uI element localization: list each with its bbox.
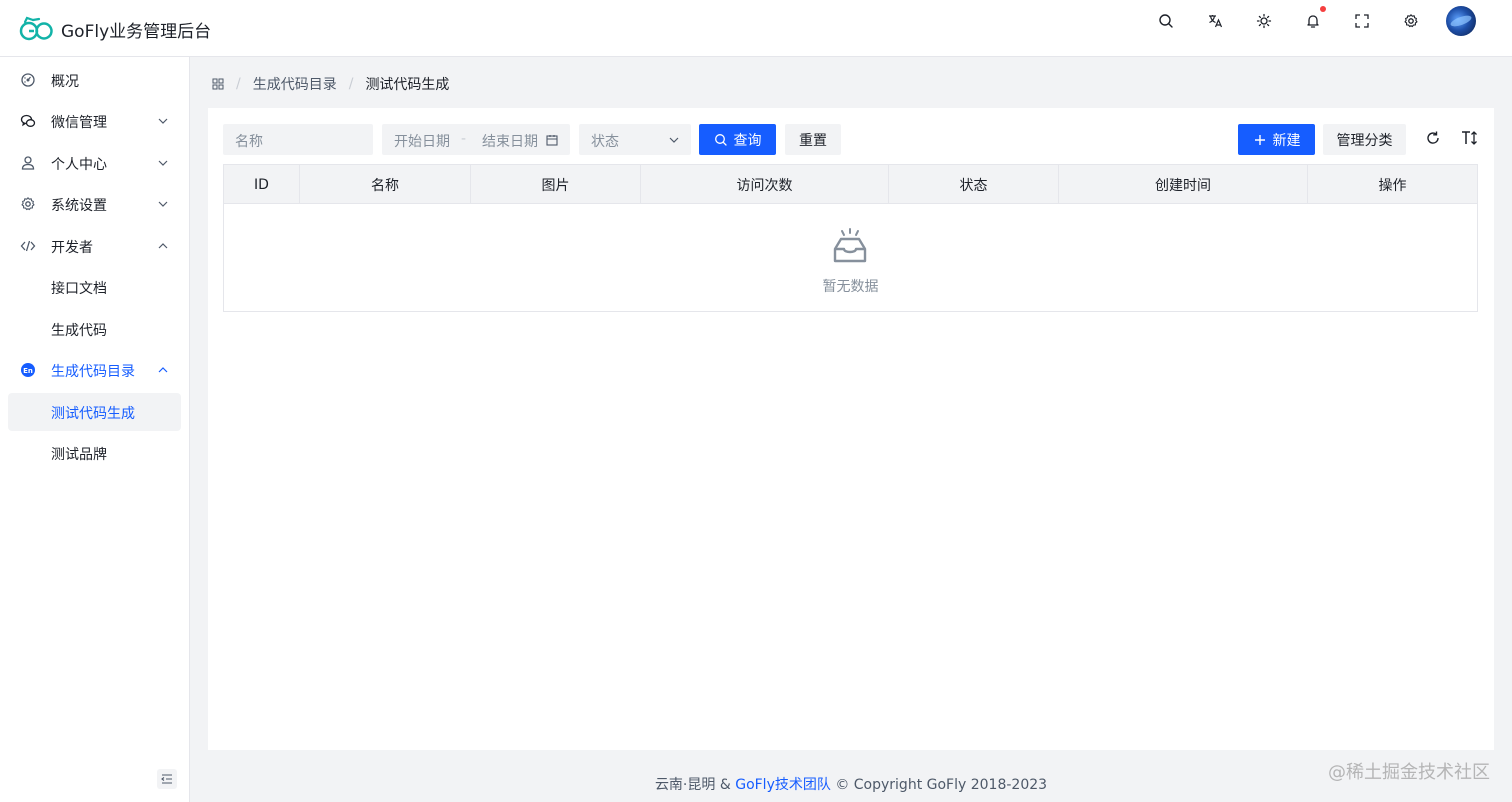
translate-icon[interactable] <box>1199 5 1231 37</box>
breadcrumb-item[interactable]: 生成代码目录 <box>253 74 337 94</box>
footer-copyright: © Copyright GoFly 2018-2023 <box>830 777 1048 793</box>
apps-icon[interactable] <box>212 78 224 90</box>
table-header: ID 名称 图片 访问次数 状态 创建时间 操作 <box>224 165 1477 204</box>
footer-prefix: 云南·昆明 & <box>654 777 736 793</box>
breadcrumb-separator: / <box>348 76 354 92</box>
reset-button[interactable]: 重置 <box>785 124 841 155</box>
refresh-icon[interactable] <box>1424 129 1442 147</box>
manage-category-button[interactable]: 管理分类 <box>1323 124 1406 155</box>
date-separator: - <box>461 131 467 147</box>
watermark: @稀土掘金技术社区 <box>1328 762 1490 783</box>
new-label: 新建 <box>1272 132 1301 149</box>
chevron-up-icon <box>158 367 168 373</box>
collapse-sidebar-button[interactable] <box>157 769 177 789</box>
chevron-down-icon <box>158 201 168 207</box>
column-header-image: 图片 <box>471 165 641 204</box>
name-placeholder: 名称 <box>235 134 263 150</box>
sidebar-item-label: 接口文档 <box>51 281 107 297</box>
column-header-name: 名称 <box>300 165 471 204</box>
footer: 云南·昆明 & GoFly技术团队 © Copyright GoFly 2018… <box>190 774 1512 794</box>
chevron-down-icon <box>158 160 168 166</box>
status-select[interactable]: 状态 <box>579 124 691 155</box>
empty-text: 暂无数据 <box>822 279 879 295</box>
new-button[interactable]: 新建 <box>1238 124 1315 155</box>
search-icon[interactable] <box>1150 5 1182 37</box>
sidebar-item-label: 个人中心 <box>51 157 107 173</box>
sidebar-item-label: 测试代码生成 <box>51 406 135 422</box>
en-icon: En <box>20 362 36 378</box>
column-header-actions: 操作 <box>1378 177 1407 194</box>
user-avatar[interactable] <box>1446 6 1476 36</box>
data-table: ID 名称 图片 访问次数 状态 创建时间 操作 暂无数据 <box>223 164 1478 312</box>
footer-team-link[interactable]: GoFly技术团队 <box>735 777 831 793</box>
gofly-logo <box>19 16 53 41</box>
menu-fold-icon <box>161 774 172 784</box>
settings-icon <box>20 196 36 212</box>
wechat-icon <box>20 113 36 129</box>
plus-icon <box>1254 134 1265 145</box>
svg-text:En: En <box>23 367 33 375</box>
status-placeholder: 状态 <box>591 134 619 150</box>
theme-icon[interactable] <box>1248 5 1280 37</box>
fullscreen-icon[interactable] <box>1346 5 1378 37</box>
empty-inbox-icon <box>833 228 867 263</box>
sidebar-item-label: 系统设置 <box>51 198 107 214</box>
sidebar-item-label: 微信管理 <box>51 115 107 131</box>
top-header: GoFly业务管理后台 <box>0 0 1512 57</box>
empty-state: 暂无数据 <box>224 205 1477 311</box>
sidebar-item-api-docs[interactable]: 接口文档 <box>8 268 181 306</box>
settings-icon[interactable] <box>1395 5 1427 37</box>
user-icon <box>20 155 36 171</box>
sidebar-item-label: 测试品牌 <box>51 447 107 463</box>
column-header-visits: 访问次数 <box>641 165 889 204</box>
sidebar-item-generated-code-directory[interactable]: En 生成代码目录 <box>8 351 181 389</box>
notification-badge <box>1320 6 1326 12</box>
chevron-down-icon <box>669 137 679 143</box>
breadcrumb: / 生成代码目录 / 测试代码生成 <box>212 74 449 94</box>
chevron-down-icon <box>158 118 168 124</box>
sidebar-item-generate-code[interactable]: 生成代码 <box>8 310 181 348</box>
column-header-id: ID <box>224 165 300 204</box>
chevron-up-icon <box>158 243 168 249</box>
notification-icon[interactable] <box>1297 5 1329 37</box>
sidebar: 概况 微信管理 个人中心 系统设置 开发者 接口文档 生成代码 En 生成代码目… <box>0 57 190 802</box>
query-label: 查询 <box>733 132 762 149</box>
sidebar-item-developer[interactable]: 开发者 <box>8 227 181 265</box>
search-icon <box>714 133 727 146</box>
sidebar-item-label: 生成代码目录 <box>51 364 135 380</box>
manage-category-label: 管理分类 <box>1336 132 1393 149</box>
breadcrumb-current: 测试代码生成 <box>365 77 450 93</box>
end-date-placeholder: 结束日期 <box>482 134 538 150</box>
dashboard-icon <box>20 72 36 88</box>
sidebar-item-personal-center[interactable]: 个人中心 <box>8 144 181 182</box>
density-icon[interactable] <box>1461 129 1479 147</box>
calendar-icon <box>546 135 558 146</box>
code-icon <box>20 238 36 254</box>
name-input[interactable]: 名称 <box>223 124 373 155</box>
sidebar-item-wechat[interactable]: 微信管理 <box>8 102 181 140</box>
column-header-status: 状态 <box>889 165 1059 204</box>
sidebar-item-overview[interactable]: 概况 <box>8 61 181 99</box>
sidebar-item-system-settings[interactable]: 系统设置 <box>8 185 181 223</box>
sidebar-item-test-code-generation[interactable]: 测试代码生成 <box>8 393 181 431</box>
breadcrumb-separator: / <box>236 76 241 92</box>
column-header-created-time: 创建时间 <box>1059 165 1308 204</box>
sidebar-item-label: 概况 <box>51 74 79 90</box>
sidebar-item-test-brand[interactable]: 测试品牌 <box>8 434 181 472</box>
start-date-placeholder: 开始日期 <box>394 134 450 150</box>
query-button[interactable]: 查询 <box>699 124 776 155</box>
sidebar-item-label: 生成代码 <box>51 323 107 339</box>
app-title: GoFly业务管理后台 <box>61 22 212 42</box>
sidebar-item-label: 开发者 <box>51 240 93 256</box>
date-range-picker[interactable]: 开始日期 - 结束日期 <box>382 124 570 155</box>
reset-label: 重置 <box>799 132 827 149</box>
